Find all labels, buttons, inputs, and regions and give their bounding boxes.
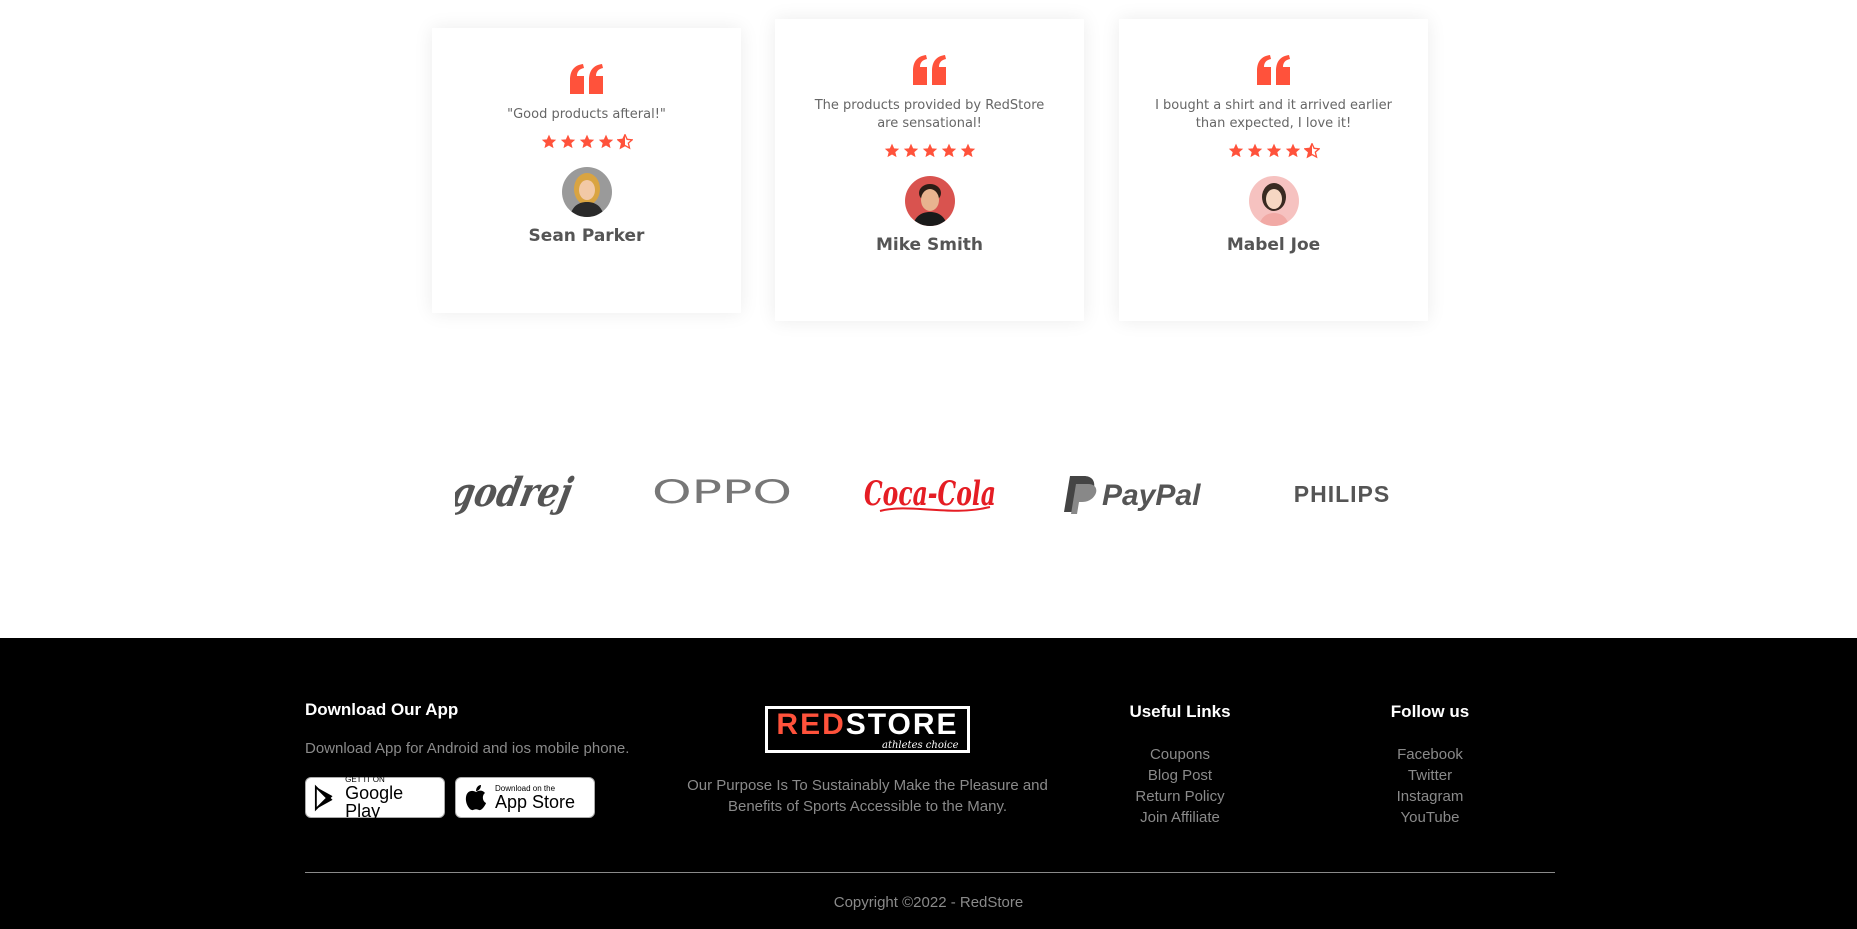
star-icon bbox=[560, 134, 575, 149]
svg-text:PayPal: PayPal bbox=[1102, 479, 1201, 512]
footer-link-facebook[interactable]: Facebook bbox=[1380, 744, 1480, 765]
star-icon bbox=[579, 134, 594, 149]
star-icon bbox=[1247, 143, 1262, 158]
footer-link-return-policy[interactable]: Return Policy bbox=[1120, 786, 1240, 807]
google-play-big: Google Play bbox=[345, 782, 404, 821]
star-icon bbox=[598, 134, 613, 149]
testimonial-name: Mike Smith bbox=[875, 235, 984, 255]
star-icon bbox=[941, 143, 956, 158]
footer-app-heading: Download Our App bbox=[305, 700, 459, 719]
brand-logo-coca-cola: Coca-Cola bbox=[860, 455, 1000, 530]
star-icon bbox=[884, 143, 899, 158]
footer: Download Our App Download App for Androi… bbox=[0, 638, 1857, 929]
footer-link-coupons[interactable]: Coupons bbox=[1120, 744, 1240, 765]
useful-links-heading: Useful Links bbox=[1129, 702, 1231, 721]
star-icon bbox=[922, 143, 937, 158]
avatar bbox=[904, 176, 955, 226]
star-icon bbox=[1266, 143, 1281, 158]
testimonial-name: Mabel Joe bbox=[1226, 235, 1321, 255]
copyright-text: Copyright ©2022 - RedStore bbox=[833, 894, 1024, 911]
copyright: Copyright ©2022 - RedStore bbox=[0, 894, 1857, 911]
google-play-icon bbox=[314, 784, 333, 811]
star-icon bbox=[541, 134, 556, 149]
footer-brand: REDSTORE athletes choice Our Purpose Is … bbox=[680, 706, 1055, 817]
avatar bbox=[561, 167, 612, 217]
logo-white: STORE bbox=[845, 708, 959, 741]
footer-link-youtube[interactable]: YouTube bbox=[1380, 807, 1480, 828]
star-icon bbox=[960, 143, 975, 158]
testimonial-comment: The products provided by RedStore are se… bbox=[814, 98, 1045, 131]
brand-logo-godrej: godrej bbox=[455, 455, 580, 530]
redstore-logo[interactable]: REDSTORE athletes choice bbox=[765, 706, 970, 753]
follow-us-heading: Follow us bbox=[1390, 702, 1470, 721]
testimonial-card: "Good products afteral!" Sean Parker bbox=[432, 28, 741, 313]
app-store-big: App Store bbox=[495, 791, 576, 812]
star-icon bbox=[1228, 143, 1243, 158]
footer-link-instagram[interactable]: Instagram bbox=[1380, 786, 1480, 807]
apple-icon bbox=[465, 784, 486, 810]
app-store-badges: GET IT ON Google Play Download on the Ap… bbox=[305, 775, 665, 821]
brand-logo-philips: PHILIPS bbox=[1290, 455, 1395, 530]
footer-link-twitter[interactable]: Twitter bbox=[1380, 765, 1480, 786]
brands-section: godrej OPPO Coca-Cola PayPal PHILIPS bbox=[0, 455, 1857, 530]
rating-stars bbox=[454, 134, 719, 150]
svg-text:godrej: godrej bbox=[455, 468, 577, 515]
footer-app-text: Download App for Android and ios mobile … bbox=[305, 740, 630, 757]
testimonial-card: I bought a shirt and it arrived earlier … bbox=[1119, 19, 1428, 321]
footer-follow-us: Follow us Facebook Twitter Instagram You… bbox=[1380, 702, 1480, 828]
star-icon bbox=[1285, 143, 1300, 158]
quote-icon bbox=[1256, 55, 1290, 85]
testimonial-card: The products provided by RedStore are se… bbox=[775, 19, 1084, 321]
footer-useful-links: Useful Links Coupons Blog Post Return Po… bbox=[1120, 702, 1240, 828]
brand-logo-paypal: PayPal bbox=[1060, 455, 1210, 530]
brand-logo-oppo: OPPO bbox=[650, 455, 795, 530]
testimonials-section: "Good products afteral!" Sean Parker The… bbox=[0, 0, 1857, 640]
quote-icon bbox=[912, 55, 946, 85]
footer-download-app: Download Our App Download App for Androi… bbox=[305, 700, 665, 821]
footer-divider bbox=[305, 872, 1555, 873]
logo-tagline: athletes choice bbox=[882, 740, 959, 751]
testimonial-name: Sean Parker bbox=[528, 226, 645, 246]
testimonial-comment: I bought a shirt and it arrived earlier … bbox=[1155, 98, 1392, 131]
logo-red: RED bbox=[776, 708, 846, 741]
svg-text:OPPO: OPPO bbox=[652, 473, 792, 511]
footer-link-blog-post[interactable]: Blog Post bbox=[1120, 765, 1240, 786]
footer-purpose: Our Purpose Is To Sustainably Make the P… bbox=[687, 777, 1048, 815]
svg-text:Coca-Cola: Coca-Cola bbox=[864, 474, 996, 514]
app-store-badge[interactable]: Download on the App Store bbox=[455, 777, 595, 818]
footer-link-join-affiliate[interactable]: Join Affiliate bbox=[1120, 807, 1240, 828]
avatar bbox=[1248, 176, 1299, 226]
quote-icon bbox=[569, 64, 603, 94]
star-half-icon bbox=[616, 134, 633, 150]
star-icon bbox=[903, 143, 918, 158]
svg-text:PHILIPS: PHILIPS bbox=[1294, 481, 1390, 507]
rating-stars bbox=[1141, 143, 1406, 159]
rating-stars bbox=[797, 143, 1062, 159]
google-play-badge[interactable]: GET IT ON Google Play bbox=[305, 775, 445, 821]
testimonial-comment: "Good products afteral!" bbox=[507, 107, 666, 122]
star-half-icon bbox=[1303, 143, 1320, 159]
